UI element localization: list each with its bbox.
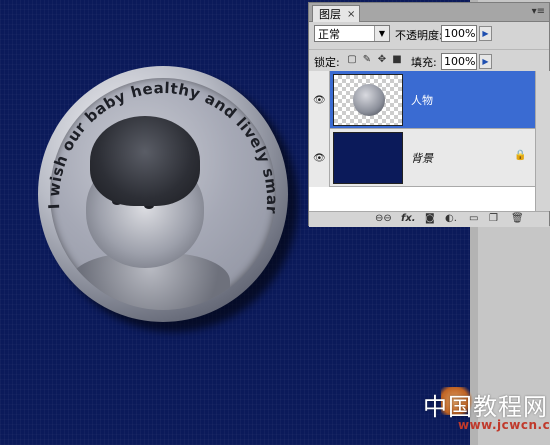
- panel-bottom-toolbar: ⊖⊖ fx. ◙ ◐. ▭ ❐ 🗑: [309, 211, 549, 227]
- lock-fill-row: 锁定: ▢ ✎ ✥ ■ 填充: 100% ▶: [309, 49, 549, 72]
- blend-opacity-row: 正常 ▼ 不透明度: 100% ▶: [309, 23, 549, 47]
- panel-menu-icon[interactable]: ▾≡: [532, 6, 545, 17]
- watermark-title: 中国教程网: [423, 393, 548, 421]
- close-icon[interactable]: ×: [347, 9, 355, 20]
- lock-label: 锁定:: [314, 56, 340, 69]
- visibility-cell[interactable]: 👁: [309, 129, 330, 187]
- panel-tabbar: 图层 × ▾≡: [309, 3, 549, 22]
- eye-icon[interactable]: 👁: [313, 95, 326, 106]
- fx-icon[interactable]: fx.: [401, 213, 416, 225]
- tab-layers-label: 图层: [319, 8, 341, 21]
- blend-mode-value: 正常: [318, 27, 340, 41]
- fill-input[interactable]: 100%: [441, 53, 477, 70]
- layer-name: 人物: [411, 94, 433, 107]
- child-hair: [90, 116, 200, 206]
- new-layer-icon[interactable]: ❐: [489, 213, 498, 225]
- link-icon[interactable]: ⊖⊖: [375, 213, 392, 225]
- fill-label: 填充:: [411, 56, 437, 69]
- chevron-down-icon[interactable]: ▼: [374, 26, 389, 41]
- fill-slider-button[interactable]: ▶: [479, 54, 492, 69]
- scrollbar[interactable]: [535, 71, 550, 211]
- layer-row-background[interactable]: 👁 背景 🔒: [309, 129, 549, 187]
- mask-icon[interactable]: ◙: [425, 213, 435, 225]
- lock-all-icon[interactable]: ■: [392, 55, 402, 65]
- layers-list: 👁 人物 👁 背景 🔒: [309, 71, 550, 211]
- trash-icon[interactable]: 🗑: [511, 213, 524, 225]
- layers-panel: 图层 × ▾≡ 正常 ▼ 不透明度: 100% ▶ 锁定: ▢ ✎ ✥ ■ 填充…: [308, 2, 550, 227]
- lock-icon: 🔒: [514, 150, 527, 161]
- eye-icon[interactable]: 👁: [313, 153, 326, 164]
- adjustment-icon[interactable]: ◐.: [445, 213, 457, 225]
- layer-thumbnail: [333, 132, 403, 184]
- tab-layers[interactable]: 图层 ×: [312, 5, 361, 22]
- visibility-cell[interactable]: 👁: [309, 71, 330, 129]
- opacity-input[interactable]: 100%: [441, 25, 477, 42]
- coin-portrait: [50, 78, 276, 310]
- layer-thumbnail: [333, 74, 403, 126]
- opacity-label: 不透明度:: [395, 29, 443, 42]
- folder-icon[interactable]: ▭: [469, 213, 478, 225]
- thumbnail-coin: [353, 84, 385, 116]
- lock-pixels-icon[interactable]: ✎: [362, 55, 372, 65]
- layer-row-person[interactable]: 👁 人物: [309, 71, 549, 129]
- opacity-slider-button[interactable]: ▶: [479, 26, 492, 41]
- watermark-url: www.jcwcn.com: [458, 418, 550, 432]
- blend-mode-select[interactable]: 正常 ▼: [314, 25, 390, 42]
- lock-transparent-icon[interactable]: ▢: [347, 55, 357, 65]
- lock-position-icon[interactable]: ✥: [377, 55, 387, 65]
- layer-name: 背景: [411, 152, 433, 165]
